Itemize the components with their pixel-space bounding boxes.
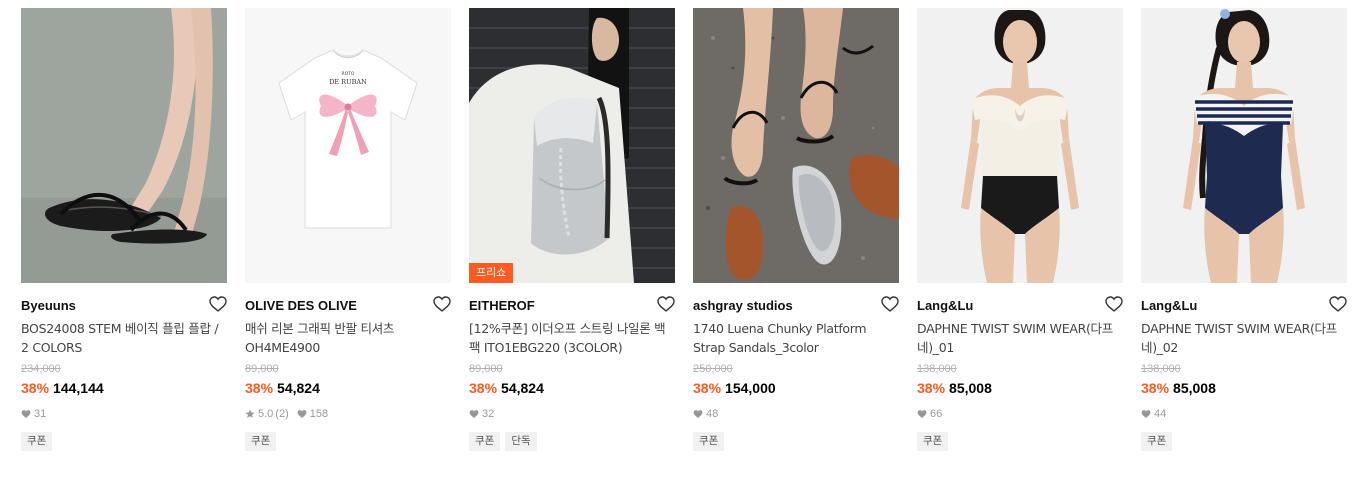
original-price: 89,000: [245, 363, 279, 375]
product-image[interactable]: [1141, 8, 1347, 283]
heart-filled-icon: [693, 409, 703, 419]
sale-price: 54,824: [277, 380, 320, 396]
star-icon: [245, 409, 255, 419]
price-row: 38% 54,824: [245, 380, 320, 396]
coupon-tag: 쿠폰: [693, 432, 725, 451]
product-meta: 48: [693, 408, 718, 420]
sale-price: 85,008: [1173, 380, 1216, 396]
tshirt-print-text: DE RUBAN: [329, 78, 367, 86]
heart-filled-icon: [469, 409, 479, 419]
product-name[interactable]: 매쉬 리본 그래픽 반팔 티셔츠 OH4ME4900: [245, 319, 451, 357]
product-meta: 5.0 (2) 158: [245, 408, 328, 420]
price-row: 38% 85,008: [917, 380, 992, 396]
original-price: 234,000: [21, 363, 61, 375]
sale-price: 154,000: [725, 380, 776, 396]
price-row: 38% 85,008: [1141, 380, 1216, 396]
wishlist-heart-icon[interactable]: [657, 296, 675, 312]
like-count: 32: [482, 408, 495, 420]
tag-list: 쿠폰: [1141, 432, 1177, 451]
price-row: 38% 54,824: [469, 380, 544, 396]
product-meta: 66: [917, 408, 942, 420]
heart-filled-icon: [21, 409, 31, 419]
product-meta: 44: [1141, 408, 1166, 420]
brand-name[interactable]: Lang&Lu: [1141, 298, 1197, 313]
like-count: 66: [930, 408, 943, 420]
product-image[interactable]: [21, 8, 227, 283]
product-card[interactable]: Lang&Lu DAPHNE TWIST SWIM WEAR(다프네)_02 1…: [1141, 8, 1347, 463]
ribbon-tshirt-image: ROTO DE RUBAN: [245, 8, 451, 283]
coupon-tag: 쿠폰: [469, 432, 501, 451]
product-name[interactable]: DAPHNE TWIST SWIM WEAR(다프네)_02: [1141, 319, 1347, 357]
swimsuit-striped-image: [1141, 8, 1347, 283]
flip-flop-image: [21, 8, 227, 283]
tag-list: 쿠폰: [917, 432, 953, 451]
tag-list: 쿠폰 단독: [469, 432, 542, 451]
heart-filled-icon: [297, 409, 307, 419]
brand-name[interactable]: Byeuuns: [21, 298, 76, 313]
discount-rate: 38%: [245, 380, 274, 396]
discount-rate: 38%: [693, 380, 722, 396]
price-row: 38% 144,144: [21, 380, 104, 396]
wishlist-heart-icon[interactable]: [1329, 296, 1347, 312]
preshow-badge: 프리쇼: [469, 263, 514, 283]
sale-price: 144,144: [53, 380, 104, 396]
original-price: 250,000: [693, 363, 733, 375]
discount-rate: 38%: [917, 380, 946, 396]
wishlist-heart-icon[interactable]: [209, 296, 227, 312]
wishlist-heart-icon[interactable]: [881, 296, 899, 312]
svg-text:ROTO: ROTO: [342, 71, 355, 77]
original-price: 138,000: [1141, 363, 1181, 375]
strap-sandals-image: [693, 8, 899, 283]
discount-rate: 38%: [21, 380, 50, 396]
product-meta: 32: [469, 408, 494, 420]
product-name[interactable]: [12%쿠폰] 이더오프 스트링 나일론 백팩 ITO1EBG220 (3COL…: [469, 319, 675, 357]
product-grid: Byeuuns BOS24008 STEM 베이직 플립 플랍 / 2 COLO…: [21, 8, 1347, 468]
rating-score: 5.0: [258, 408, 274, 420]
wishlist-heart-icon[interactable]: [433, 296, 451, 312]
product-card[interactable]: ashgray studios 1740 Luena Chunky Platfo…: [693, 8, 899, 463]
sale-price: 85,008: [949, 380, 992, 396]
heart-filled-icon: [1141, 409, 1151, 419]
like-count: 31: [34, 408, 47, 420]
original-price: 138,000: [917, 363, 957, 375]
tag-list: 쿠폰: [21, 432, 57, 451]
product-name[interactable]: DAPHNE TWIST SWIM WEAR(다프네)_01: [917, 319, 1123, 357]
product-card[interactable]: Byeuuns BOS24008 STEM 베이직 플립 플랍 / 2 COLO…: [21, 8, 227, 463]
original-price: 89,000: [469, 363, 503, 375]
product-image[interactable]: [693, 8, 899, 283]
product-name[interactable]: 1740 Luena Chunky Platform Strap Sandals…: [693, 319, 899, 357]
coupon-tag: 쿠폰: [1141, 432, 1173, 451]
like-count: 158: [309, 408, 329, 420]
tag-list: 쿠폰: [245, 432, 281, 451]
review-count: (2): [275, 408, 289, 420]
discount-rate: 38%: [1141, 380, 1170, 396]
product-card[interactable]: Lang&Lu DAPHNE TWIST SWIM WEAR(다프네)_01 1…: [917, 8, 1123, 463]
swimsuit-white-image: [917, 8, 1123, 283]
coupon-tag: 쿠폰: [245, 432, 277, 451]
backpack-image: [469, 8, 675, 283]
brand-name[interactable]: OLIVE DES OLIVE: [245, 298, 357, 313]
product-card[interactable]: 프리쇼 EITHEROF [12%쿠폰] 이더오프 스트링 나일론 백팩 ITO…: [469, 8, 675, 463]
product-image[interactable]: 프리쇼: [469, 8, 675, 283]
price-row: 38% 154,000: [693, 380, 776, 396]
coupon-tag: 쿠폰: [21, 432, 53, 451]
brand-name[interactable]: EITHEROF: [469, 298, 535, 313]
like-count: 44: [1154, 408, 1167, 420]
heart-filled-icon: [917, 409, 927, 419]
brand-name[interactable]: ashgray studios: [693, 298, 793, 313]
tag-list: 쿠폰: [693, 432, 729, 451]
brand-name[interactable]: Lang&Lu: [917, 298, 973, 313]
product-image[interactable]: ROTO DE RUBAN: [245, 8, 451, 283]
product-card[interactable]: ROTO DE RUBAN OLIVE DES OLIVE 매쉬 리본 그래픽 …: [245, 8, 451, 463]
exclusive-tag: 단독: [505, 432, 537, 451]
like-count: 48: [706, 408, 719, 420]
wishlist-heart-icon[interactable]: [1105, 296, 1123, 312]
product-name[interactable]: BOS24008 STEM 베이직 플립 플랍 / 2 COLORS: [21, 319, 227, 357]
coupon-tag: 쿠폰: [917, 432, 949, 451]
product-image[interactable]: [917, 8, 1123, 283]
discount-rate: 38%: [469, 380, 498, 396]
sale-price: 54,824: [501, 380, 544, 396]
product-meta: 31: [21, 408, 46, 420]
